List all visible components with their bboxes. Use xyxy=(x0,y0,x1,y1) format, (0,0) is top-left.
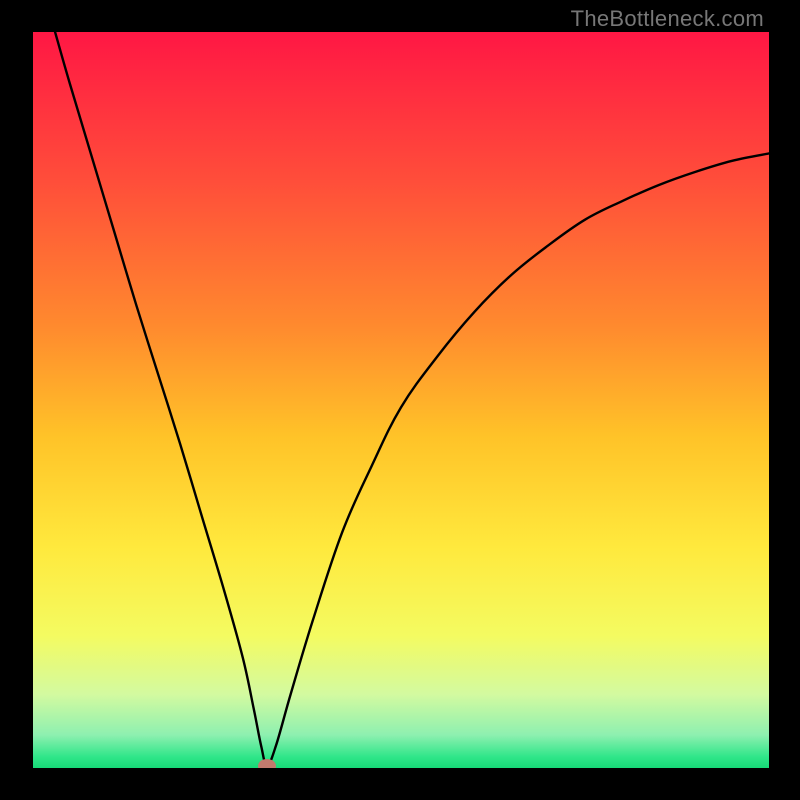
bottleneck-curve xyxy=(55,32,769,766)
optimal-point-marker xyxy=(258,759,276,768)
chart-frame: TheBottleneck.com xyxy=(0,0,800,800)
plot-area xyxy=(33,32,769,768)
watermark-text: TheBottleneck.com xyxy=(571,6,764,32)
curve-svg xyxy=(33,32,769,768)
